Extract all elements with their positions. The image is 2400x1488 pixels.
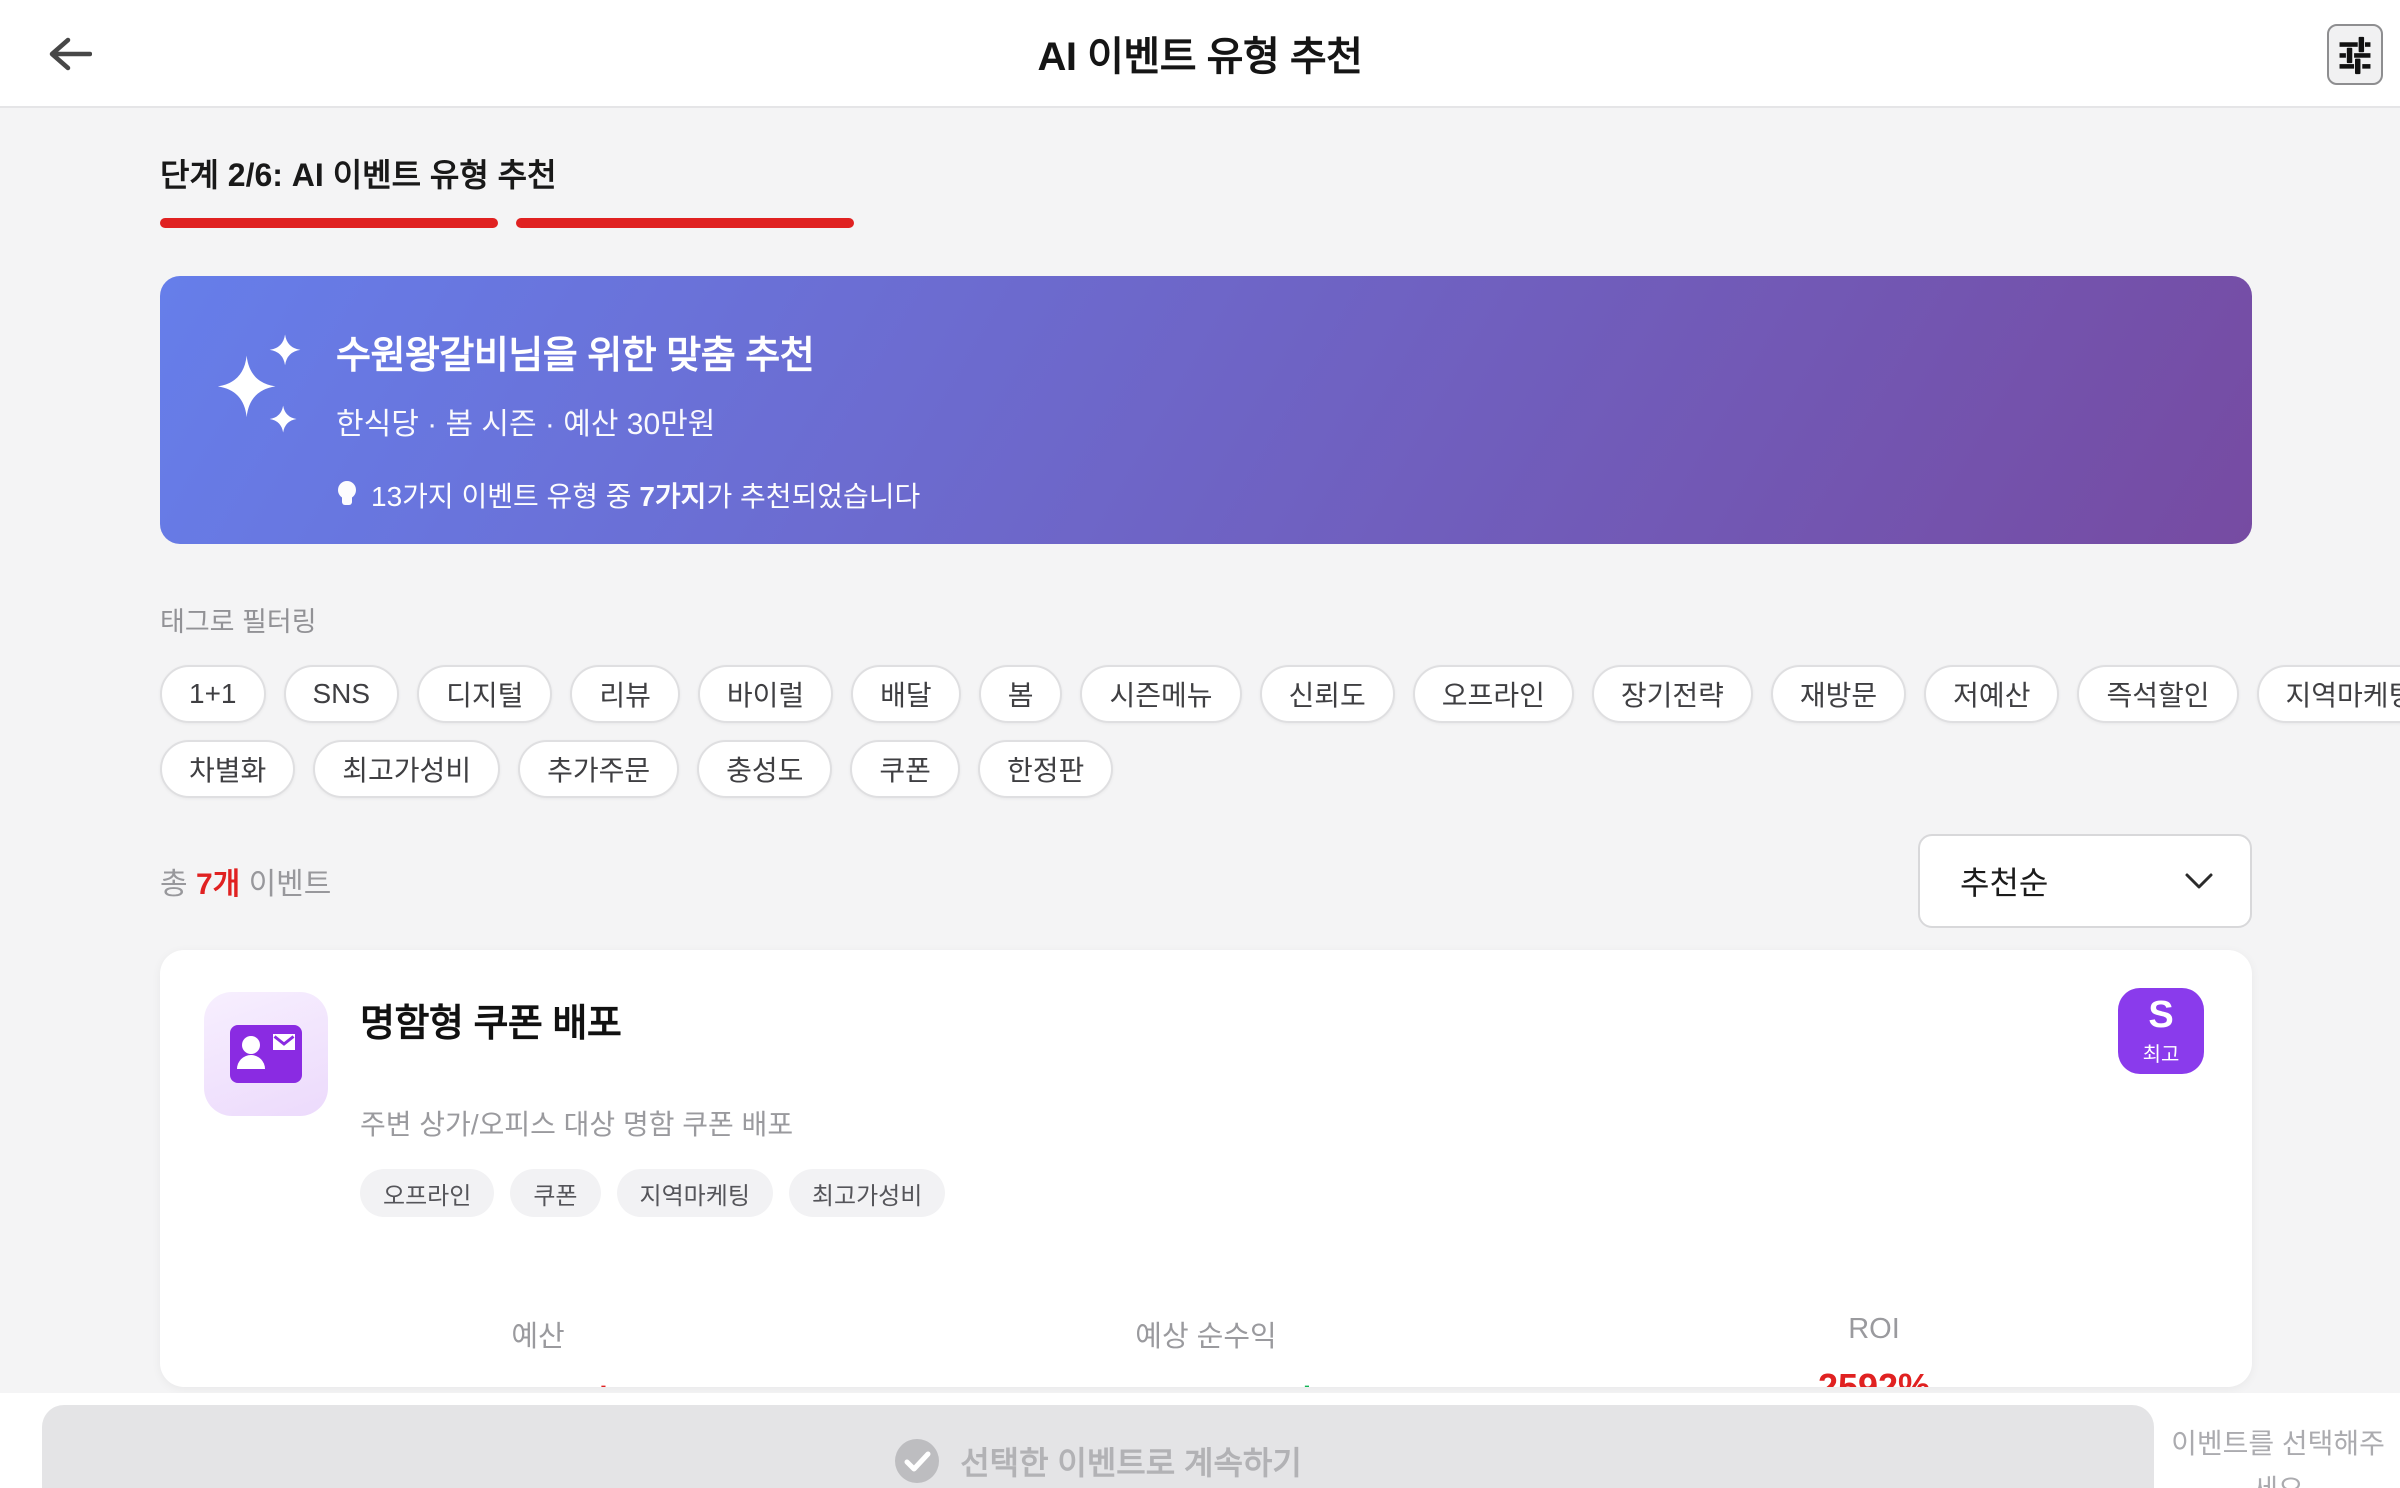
- event-tag: 오프라인: [360, 1169, 495, 1217]
- filter-chip[interactable]: 최고가성비: [313, 740, 501, 798]
- filter-chip[interactable]: SNS: [283, 665, 400, 723]
- main-content: 단계 2/6: AI 이벤트 유형 추천 수원왕갈비님을 위한 맞춤 추천 한식…: [160, 108, 2400, 1387]
- progress-bar-segment: [516, 218, 854, 228]
- sparkles-icon: [214, 324, 314, 496]
- banner-text: 수원왕갈비님을 위한 맞춤 추천 한식당 · 봄 시즌 · 예산 30만원 13…: [336, 324, 920, 512]
- stat-budget-label: 예산: [511, 1321, 565, 1353]
- grade-badge: S 최고: [2118, 988, 2204, 1074]
- progress-bars: [160, 218, 2252, 228]
- grade-label: 최고: [2142, 1043, 2180, 1066]
- page-title: AI 이벤트 유형 추천: [1037, 35, 1363, 79]
- event-icon-tile: [204, 992, 328, 1116]
- contact-card-icon: [228, 1023, 304, 1085]
- grade-letter: S: [2148, 993, 2174, 1036]
- back-button[interactable]: [42, 28, 98, 80]
- progress-bar-segment: [160, 218, 498, 228]
- event-card-text: 명함형 쿠폰 배포 주변 상가/오피스 대상 명함 쿠폰 배포 오프라인 쿠폰 지역…: [360, 992, 946, 1217]
- filter-chip[interactable]: 즉석할인: [2077, 665, 2239, 723]
- filter-chip[interactable]: 시즌메뉴: [1080, 665, 1242, 723]
- check-circle-icon: [894, 1438, 940, 1484]
- list-header: 총 7개 이벤트 추천순: [160, 834, 2252, 928]
- filter-chip[interactable]: 차별화: [160, 740, 296, 798]
- filter-chip[interactable]: 디지털: [417, 665, 553, 723]
- event-card-head: 명함형 쿠폰 배포 주변 상가/오피스 대상 명함 쿠폰 배포 오프라인 쿠폰 지역…: [204, 992, 2208, 1217]
- sort-dropdown[interactable]: 추천순: [1918, 834, 2252, 928]
- stat-roi-value: 2592%: [1817, 1366, 1931, 1387]
- bottom-action-bar: 선택한 이벤트로 계속하기 이벤트를 선택해주세요: [0, 1393, 2400, 1488]
- event-stats-row: 예산 60,000원 예상 순수익 +1,685,000원 ROI 2592%: [204, 1313, 2208, 1387]
- stat-profit: 예상 순수익 +1,685,000원: [872, 1313, 1540, 1387]
- banner-subtitle: 한식당 · 봄 시즌 · 예산 30만원: [336, 408, 716, 441]
- filter-chip[interactable]: 신뢰도: [1259, 665, 1395, 723]
- event-tags: 오프라인 쿠폰 지역마케팅 최고가성비: [360, 1169, 946, 1217]
- event-tag: 최고가성비: [788, 1169, 946, 1217]
- filter-chip-row-2: 차별화 최고가성비 추가주문 충성도 쿠폰 한정판: [160, 740, 2252, 798]
- filter-settings-button[interactable]: [2327, 24, 2383, 85]
- tag-filter-label: 태그로 필터링: [160, 607, 317, 637]
- stat-roi: ROI 2592%: [1540, 1313, 2208, 1387]
- continue-button-label: 선택한 이벤트로 계속하기: [960, 1445, 1302, 1481]
- selection-helper-text: 이벤트를 선택해주세요: [2171, 1428, 2385, 1488]
- lightbulb-icon: [336, 480, 358, 510]
- filter-chip[interactable]: 오프라인: [1412, 665, 1574, 723]
- stat-budget-value: 60,000원: [204, 1375, 872, 1387]
- filter-chip-row-1: 1+1 SNS 디지털 리뷰 바이럴 배달 봄 시즌메뉴 신뢰도 오프라인 장기전략 재방문 저예산 즉석…: [160, 665, 2400, 723]
- event-title: 명함형 쿠폰 배포: [360, 1003, 622, 1045]
- stat-roi-label: ROI: [1848, 1313, 1900, 1345]
- event-card[interactable]: 명함형 쿠폰 배포 주변 상가/오피스 대상 명함 쿠폰 배포 오프라인 쿠폰 지역…: [160, 950, 2252, 1387]
- recommendation-banner: 수원왕갈비님을 위한 맞춤 추천 한식당 · 봄 시즌 · 예산 30만원 13…: [160, 276, 2252, 544]
- filter-chip[interactable]: 지역마케팅: [2256, 665, 2400, 723]
- filter-chip[interactable]: 봄: [978, 665, 1063, 723]
- filter-chip[interactable]: 재방문: [1770, 665, 1907, 723]
- stat-budget: 예산 60,000원: [204, 1313, 872, 1387]
- filter-chip[interactable]: 쿠폰: [850, 740, 960, 798]
- event-tag: 지역마케팅: [616, 1169, 773, 1217]
- banner-info: 13가지 이벤트 유형 중 7가지가 추천되었습니다: [336, 475, 920, 515]
- chevron-down-icon: [2184, 871, 2214, 891]
- filter-chip[interactable]: 장기전략: [1591, 665, 1753, 723]
- arrow-left-icon: [48, 36, 92, 72]
- filter-chip[interactable]: 한정판: [977, 740, 1114, 798]
- filter-chip[interactable]: 충성도: [697, 740, 833, 798]
- filter-chip[interactable]: 리뷰: [570, 665, 680, 723]
- filter-chip[interactable]: 배달: [851, 665, 961, 723]
- filter-chip[interactable]: 바이럴: [697, 665, 834, 723]
- event-tag: 쿠폰: [510, 1169, 601, 1217]
- event-total-count: 총 7개 이벤트: [160, 868, 332, 901]
- filter-chip[interactable]: 추가주문: [518, 740, 680, 798]
- sort-selected-value: 추천순: [1960, 865, 2049, 901]
- stat-profit-label: 예상 순수익: [1135, 1321, 1277, 1353]
- continue-button[interactable]: 선택한 이벤트로 계속하기: [42, 1405, 2154, 1488]
- step-indicator-label: 단계 2/6: AI 이벤트 유형 추천: [160, 157, 557, 193]
- banner-title: 수원왕갈비님을 위한 맞춤 추천: [336, 335, 815, 377]
- banner-info-text: 13가지 이벤트 유형 중 7가지가 추천되었습니다: [371, 481, 921, 512]
- filter-chip[interactable]: 1+1: [160, 665, 266, 723]
- event-description: 주변 상가/오피스 대상 명함 쿠폰 배포: [360, 1109, 794, 1140]
- stat-profit-value: +1,685,000원: [872, 1375, 1540, 1387]
- filter-chip[interactable]: 저예산: [1924, 665, 2060, 723]
- app-header: AI 이벤트 유형 추천: [0, 0, 2400, 108]
- sliders-icon: [2335, 33, 2375, 77]
